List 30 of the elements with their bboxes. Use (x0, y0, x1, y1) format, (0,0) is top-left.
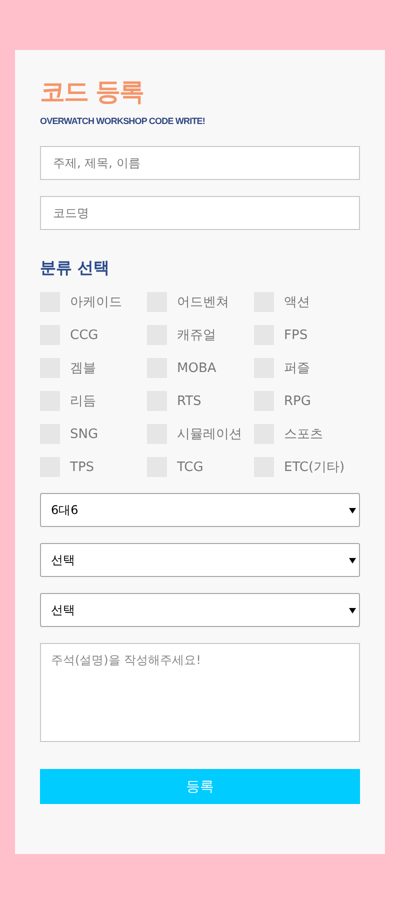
checkbox-label: RTS (177, 394, 202, 408)
text-input-field[interactable]: 주제, 제목, 이름 (40, 146, 360, 180)
checkbox-label: FPS (284, 328, 308, 342)
caret-icon (349, 606, 356, 614)
text-input-field[interactable]: 코드명 (40, 196, 360, 230)
section-heading: 분류 선택 (40, 257, 111, 279)
page-title: 코드 등록 (40, 76, 145, 108)
checkbox-label: 퍼즐 (284, 360, 310, 377)
checkbox-label: 시뮬레이션 (177, 426, 242, 443)
caret-icon (349, 556, 356, 564)
dropdown-select[interactable]: 선택 (40, 543, 360, 577)
notes-textarea[interactable]: 주석(설명)을 작성해주세요! (40, 643, 360, 742)
checkbox-label: 스포츠 (284, 426, 323, 443)
checkbox-label: 캐쥬얼 (177, 327, 216, 344)
dropdown-select[interactable]: 선택 (40, 593, 360, 627)
dropdown-select[interactable]: 6대6 (40, 493, 360, 527)
checkbox-label: ETC(기타) (284, 459, 345, 476)
caret-icon (349, 506, 356, 514)
checkbox-label: 액션 (284, 294, 310, 311)
checkbox-label: TPS (70, 460, 94, 474)
checkbox-label: 겜블 (70, 360, 96, 377)
checkbox-label: 리듬 (70, 393, 96, 410)
checkbox-label: SNG (70, 426, 98, 442)
checkbox-label: MOBA (177, 360, 216, 376)
checkbox-label: CCG (70, 328, 98, 342)
checkbox-label: 아케이드 (70, 294, 122, 311)
page-subtitle: OVERWATCH WORKSHOP CODE WRITE! (40, 115, 206, 128)
checkbox-label: TCG (177, 460, 204, 474)
checkbox-label: 어드벤쳐 (177, 294, 229, 311)
checkbox-label: RPG (284, 394, 311, 408)
